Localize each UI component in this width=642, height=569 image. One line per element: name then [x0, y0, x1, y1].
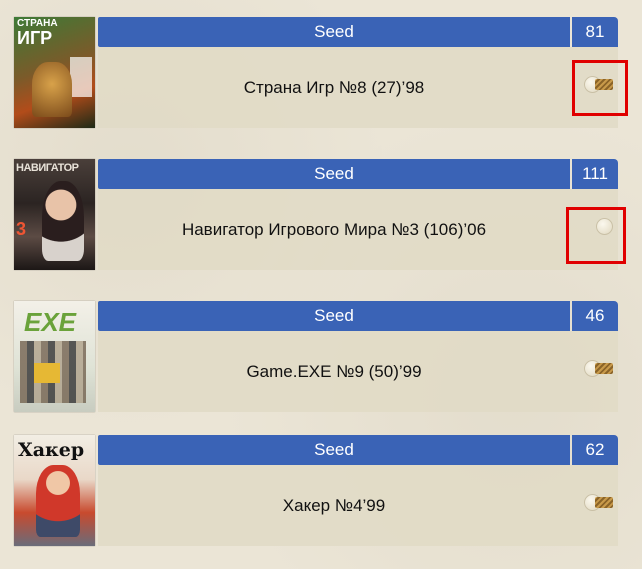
entry-header-bar: Seed 62 — [98, 435, 618, 465]
magazine-cover-navigator[interactable]: НАВИГАТОР 3 — [14, 159, 95, 270]
entry-header-bar: Seed 46 — [98, 301, 618, 331]
cover-number: 3 — [16, 219, 27, 239]
entry-body: Хакер №4’99 — [98, 465, 618, 546]
cover-art — [32, 62, 72, 117]
entry-title[interactable]: Страна Игр №8 (27)’98 — [98, 47, 570, 128]
seed-label[interactable]: Seed — [98, 159, 570, 189]
rope-icon — [595, 497, 613, 508]
cover-logo — [34, 363, 60, 383]
rope-toggle-icon[interactable] — [584, 358, 613, 380]
entry-header-bar: Seed 111 — [98, 159, 618, 189]
rope-toggle-icon[interactable] — [584, 492, 613, 514]
seed-count: 46 — [572, 301, 618, 331]
magazine-cover-xakep[interactable]: Хакер — [14, 435, 95, 546]
cover-sidebar-text — [70, 57, 92, 97]
cover-masthead: СТРАНА ИГР — [17, 18, 58, 48]
cover-art — [36, 465, 80, 537]
magazine-cover-strana-igr[interactable]: СТРАНА ИГР — [14, 17, 95, 128]
seed-label[interactable]: Seed — [98, 301, 570, 331]
seed-count: 111 — [572, 159, 618, 189]
seed-label[interactable]: Seed — [98, 17, 570, 47]
entry-body: Страна Игр №8 (27)’98 — [98, 47, 618, 128]
entry-body: Game.EXE №9 (50)’99 — [98, 331, 618, 412]
magazine-cover-game-exe[interactable]: EXE — [14, 301, 95, 412]
rope-icon — [595, 363, 613, 374]
entry-title[interactable]: Навигатор Игрового Мира №3 (106)’06 — [98, 189, 570, 270]
seed-count: 62 — [572, 435, 618, 465]
entry-body: Навигатор Игрового Мира №3 (106)’06 — [98, 189, 618, 270]
seed-count: 81 — [572, 17, 618, 47]
cover-masthead: НАВИГАТОР — [16, 162, 79, 174]
entry-header-bar: Seed 81 — [98, 17, 618, 47]
entry-title[interactable]: Game.EXE №9 (50)’99 — [98, 331, 570, 412]
entry-title[interactable]: Хакер №4’99 — [98, 465, 570, 546]
highlight-box — [572, 60, 628, 116]
highlight-box — [566, 207, 626, 264]
seed-label[interactable]: Seed — [98, 435, 570, 465]
cover-masthead: Хакер — [18, 439, 85, 461]
cover-art — [42, 181, 84, 261]
cover-masthead: EXE — [24, 307, 77, 337]
